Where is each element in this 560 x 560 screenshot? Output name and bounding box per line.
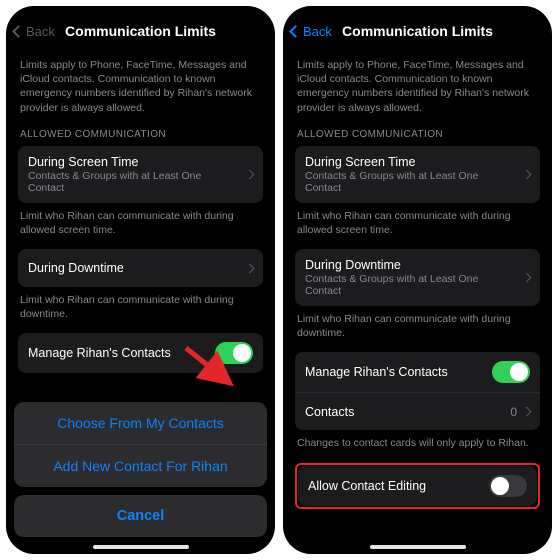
- manage-contacts-cell[interactable]: Manage Rihan's Contacts: [295, 352, 540, 392]
- page-title: Communication Limits: [65, 23, 216, 39]
- screen-time-cell-group: During Screen Time Contacts & Groups wit…: [18, 146, 263, 203]
- contacts-group: Manage Rihan's Contacts Contacts 0: [295, 352, 540, 430]
- phone-left: Back Communication Limits Limits apply t…: [6, 6, 275, 554]
- cell-title: During Screen Time: [305, 155, 517, 169]
- intro-text: Limits apply to Phone, FaceTime, Message…: [297, 58, 538, 115]
- choose-from-contacts-button[interactable]: Choose From My Contacts: [14, 402, 267, 444]
- downtime-note: Limit who Rihan can communicate with dur…: [297, 312, 538, 340]
- chevron-right-icon: [245, 169, 255, 179]
- back-button[interactable]: Back: [14, 24, 55, 39]
- contacts-cell[interactable]: Contacts 0: [295, 392, 540, 430]
- cancel-button[interactable]: Cancel: [14, 495, 267, 537]
- allow-editing-group: Allow Contact Editing: [298, 466, 537, 506]
- intro-text: Limits apply to Phone, FaceTime, Message…: [20, 58, 261, 115]
- nav-bar: Back Communication Limits: [6, 6, 275, 46]
- screen-time-note: Limit who Rihan can communicate with dur…: [20, 209, 261, 237]
- allow-contact-editing-cell[interactable]: Allow Contact Editing: [298, 466, 537, 506]
- cell-subtitle: Contacts & Groups with at Least One Cont…: [305, 273, 517, 297]
- home-indicator[interactable]: [370, 545, 466, 549]
- chevron-left-icon: [14, 24, 26, 39]
- page-title: Communication Limits: [342, 23, 493, 39]
- screen-time-cell-group: During Screen Time Contacts & Groups wit…: [295, 146, 540, 203]
- chevron-right-icon: [245, 263, 255, 273]
- screen-time-note: Limit who Rihan can communicate with dur…: [297, 209, 538, 237]
- allow-contact-editing-toggle[interactable]: [489, 475, 527, 497]
- action-sheet: Choose From My Contacts Add New Contact …: [6, 366, 275, 554]
- content-area: Limits apply to Phone, FaceTime, Message…: [283, 46, 552, 509]
- section-header-allowed: ALLOWED COMMUNICATION: [297, 129, 538, 140]
- back-button[interactable]: Back: [291, 24, 332, 39]
- cell-title: Manage Rihan's Contacts: [28, 346, 171, 360]
- during-screen-time-cell[interactable]: During Screen Time Contacts & Groups wit…: [295, 146, 540, 203]
- cell-subtitle: Contacts & Groups with at Least One Cont…: [305, 170, 517, 194]
- back-label: Back: [303, 24, 332, 39]
- cell-title: During Screen Time: [28, 155, 240, 169]
- during-downtime-cell[interactable]: During Downtime: [18, 249, 263, 287]
- add-new-contact-button[interactable]: Add New Contact For Rihan: [14, 444, 267, 487]
- phone-right: Back Communication Limits Limits apply t…: [283, 6, 552, 554]
- manage-contacts-toggle[interactable]: [492, 361, 530, 383]
- cell-title: Allow Contact Editing: [308, 479, 426, 493]
- manage-contacts-toggle[interactable]: [215, 342, 253, 364]
- chevron-right-icon: [522, 407, 532, 417]
- cell-title: Manage Rihan's Contacts: [305, 365, 448, 379]
- section-header-allowed: ALLOWED COMMUNICATION: [20, 129, 261, 140]
- chevron-right-icon: [522, 273, 532, 283]
- during-downtime-cell[interactable]: During Downtime Contacts & Groups with a…: [295, 249, 540, 306]
- downtime-note: Limit who Rihan can communicate with dur…: [20, 293, 261, 321]
- nav-bar: Back Communication Limits: [283, 6, 552, 46]
- cell-title: During Downtime: [305, 258, 517, 272]
- home-indicator[interactable]: [93, 545, 189, 549]
- during-screen-time-cell[interactable]: During Screen Time Contacts & Groups wit…: [18, 146, 263, 203]
- content-area: Limits apply to Phone, FaceTime, Message…: [6, 46, 275, 373]
- chevron-left-icon: [291, 24, 303, 39]
- downtime-cell-group: During Downtime: [18, 249, 263, 287]
- cell-subtitle: Contacts & Groups with at Least One Cont…: [28, 170, 240, 194]
- action-sheet-options: Choose From My Contacts Add New Contact …: [14, 402, 267, 487]
- cell-title: During Downtime: [28, 261, 124, 275]
- contacts-note: Changes to contact cards will only apply…: [297, 436, 538, 450]
- contacts-count: 0: [510, 405, 517, 419]
- annotation-highlight: Allow Contact Editing: [295, 463, 540, 509]
- downtime-cell-group: During Downtime Contacts & Groups with a…: [295, 249, 540, 306]
- back-label: Back: [26, 24, 55, 39]
- cell-title: Contacts: [305, 405, 354, 419]
- chevron-right-icon: [522, 169, 532, 179]
